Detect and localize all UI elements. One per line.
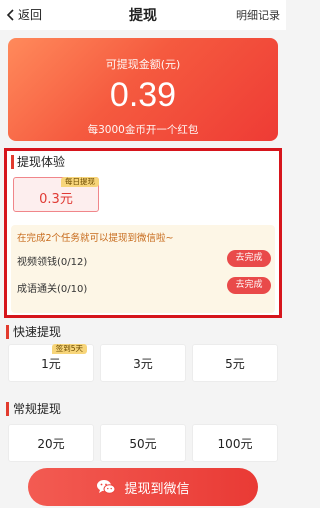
task-panel: 在完成2个任务就可以提现到微信啦~ 视频领钱(0/12) 去完成 成语通关(0/… <box>11 225 275 313</box>
quick-title: 快速提现 <box>6 325 61 339</box>
balance-amount: 0.39 <box>109 76 177 114</box>
quick-option-3-value: 3元 <box>133 357 153 371</box>
daily-badge: 每日提现 <box>61 177 99 187</box>
records-link[interactable]: 明细记录 <box>236 7 280 23</box>
regular-option-100-value: 100元 <box>217 437 253 451</box>
task-go-button-idiom[interactable]: 去完成 <box>227 277 271 294</box>
top-bar: 返回 提现 明细记录 <box>0 0 286 30</box>
task-tip: 在完成2个任务就可以提现到微信啦~ <box>17 233 174 244</box>
task-go-button-video[interactable]: 去完成 <box>227 250 271 267</box>
balance-label: 可提现金额(元) <box>105 58 181 71</box>
regular-option-20[interactable]: 20元 <box>8 424 94 462</box>
experience-section: 提现体验 每日提现 0.3元 在完成2个任务就可以提现到微信啦~ 视频领钱(0/… <box>4 148 282 318</box>
quick-option-5-value: 5元 <box>225 357 245 371</box>
experience-title: 提现体验 <box>11 155 65 169</box>
regular-title: 常规提现 <box>6 402 61 416</box>
regular-option-50[interactable]: 50元 <box>100 424 186 462</box>
balance-note: 每3000金币开一个红包 <box>87 124 199 136</box>
regular-option-50-value: 50元 <box>129 437 157 451</box>
quick-option-1-value: 1元 <box>41 357 61 371</box>
sign-in-badge: 签到5天 <box>51 344 87 354</box>
quick-option-3[interactable]: 3元 <box>100 344 186 382</box>
quick-option-5[interactable]: 5元 <box>192 344 278 382</box>
wechat-icon <box>97 480 116 494</box>
task-label-idiom: 成语通关(0/10) <box>17 284 88 295</box>
withdraw-to-wechat-button[interactable]: 提现到微信 <box>28 468 258 506</box>
experience-option[interactable]: 每日提现 0.3元 <box>13 177 99 212</box>
quick-option-1[interactable]: 签到5天 1元 <box>8 344 94 382</box>
task-label-video: 视频领钱(0/12) <box>17 257 88 268</box>
regular-option-100[interactable]: 100元 <box>192 424 278 462</box>
withdraw-button-label: 提现到微信 <box>124 481 190 497</box>
experience-option-value: 0.3元 <box>39 192 73 207</box>
balance-card: 可提现金额(元) 0.39 每3000金币开一个红包 <box>8 38 278 141</box>
regular-option-20-value: 20元 <box>37 437 65 451</box>
